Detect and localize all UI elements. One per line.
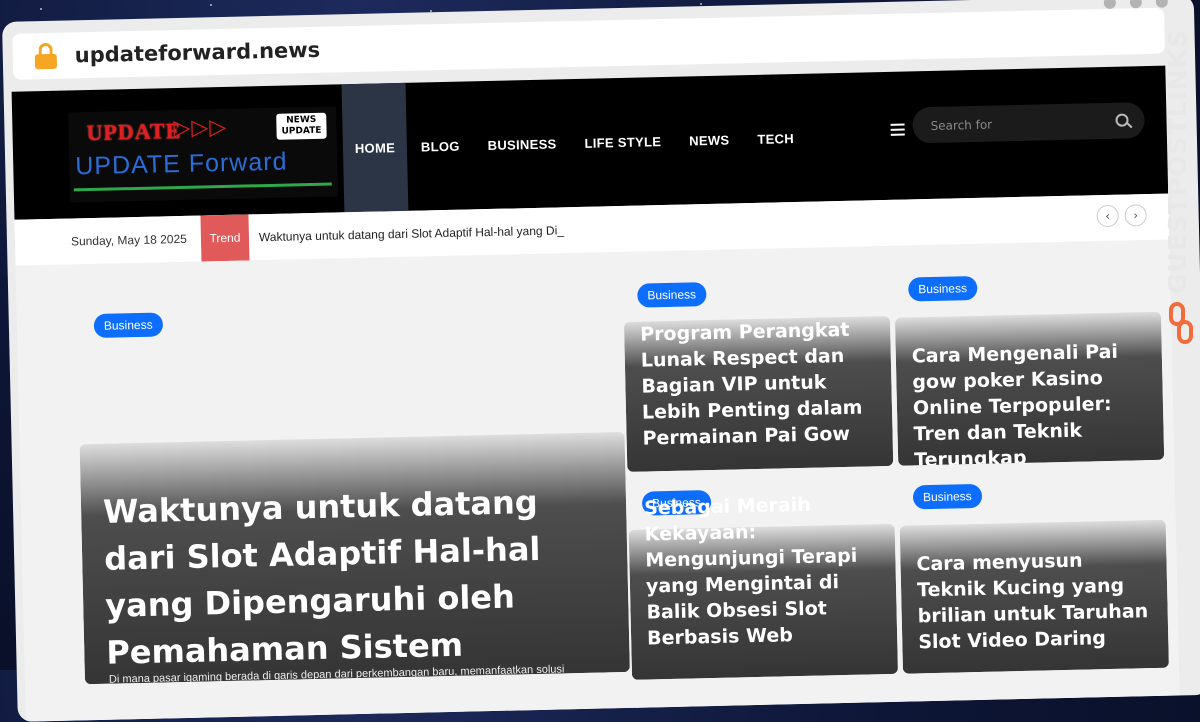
logo-badge: NEWS UPDATE [276, 112, 327, 140]
post-title[interactable]: Sebagai Meraih Kekayaan: Mengunjungi Ter… [644, 490, 887, 651]
chevron-left-icon[interactable]: ‹ [1096, 204, 1119, 228]
nav-life-style[interactable]: LIFE STYLE [569, 77, 677, 207]
post-title[interactable]: Program Perangkat Lunak Respect dan Bagi… [640, 316, 883, 461]
post-card[interactable]: Business Cara Mengenali Pai gow poker Ka… [893, 259, 1165, 466]
website: UPDATE ▷▷▷ NEWS UPDATE UPDATE Forward HO… [11, 65, 1180, 722]
category-badge[interactable]: Business [912, 483, 982, 510]
logo-line2: UPDATE Forward [74, 147, 288, 181]
lock-icon [34, 42, 58, 70]
window-dot-icon[interactable] [1103, 0, 1116, 9]
featured-grid: Business Waktunya untuk datang dari Slot… [15, 239, 1180, 722]
url-text[interactable]: updateforward.news [75, 38, 321, 68]
site-logo[interactable]: UPDATE ▷▷▷ NEWS UPDATE UPDATE Forward [68, 106, 339, 203]
logo-vine [73, 182, 332, 192]
search-box [912, 102, 1145, 145]
menu-icon[interactable] [890, 123, 905, 139]
category-badge[interactable]: Business [93, 312, 163, 338]
category-badge[interactable]: Business [637, 282, 707, 308]
current-date: Sunday, May 18 2025 [70, 231, 187, 249]
search-input[interactable] [928, 103, 1103, 145]
search-icon[interactable] [1115, 113, 1129, 127]
guestpostlinks-watermark: GUESTPOSTLINKS [1163, 29, 1199, 362]
nav-tech[interactable]: TECH [742, 74, 809, 203]
star [40, 8, 42, 10]
logo-badge-line2: UPDATE [281, 125, 322, 137]
trend-badge: Trend [200, 214, 250, 262]
logo-badge-line1: NEWS [286, 114, 317, 126]
window-dot-icon[interactable] [1155, 0, 1168, 8]
window-dot-icon[interactable] [1129, 0, 1142, 9]
logo-arrows-icon: ▷▷▷ [173, 114, 228, 142]
logo-line1: UPDATE [86, 117, 182, 146]
post-card[interactable]: Business Program Perangkat Lunak Respect… [622, 265, 894, 472]
post-title[interactable]: Cara Mengenali Pai gow poker Kasino Onli… [912, 338, 1155, 466]
chevron-right-icon[interactable]: › [1124, 204, 1147, 227]
main-nav: HOME BLOG BUSINESS LIFE STYLE NEWS TECH [341, 74, 810, 213]
link-icon [1169, 302, 1195, 348]
category-badge[interactable]: Business [908, 275, 978, 302]
post-card[interactable]: Business Cara menyusun Teknik Kucing yan… [898, 467, 1169, 674]
nav-business[interactable]: BUSINESS [472, 79, 572, 209]
post-title[interactable]: Waktunya untuk datang dari Slot Adaptif … [103, 477, 607, 676]
window-controls [1103, 0, 1168, 9]
nav-news[interactable]: NEWS [674, 75, 745, 205]
nav-blog[interactable]: BLOG [405, 81, 475, 210]
post-title[interactable]: Cara menyusun Teknik Kucing yang brilian… [916, 546, 1158, 655]
star [700, 3, 702, 5]
watermark-text: GUESTPOSTLINKS [1163, 28, 1192, 294]
post-card[interactable]: Business Sebagai Meraih Kekayaan: Mengun… [627, 473, 899, 680]
browser-window: updateforward.news UPDATE ▷▷▷ NEWS UPDAT… [2, 0, 1200, 722]
trend-headline[interactable]: Waktunya untuk datang dari Slot Adaptif … [259, 223, 564, 244]
nav-home[interactable]: HOME [341, 82, 409, 213]
star [210, 4, 212, 6]
featured-post[interactable]: Business Waktunya untuk datang dari Slot… [75, 252, 630, 685]
